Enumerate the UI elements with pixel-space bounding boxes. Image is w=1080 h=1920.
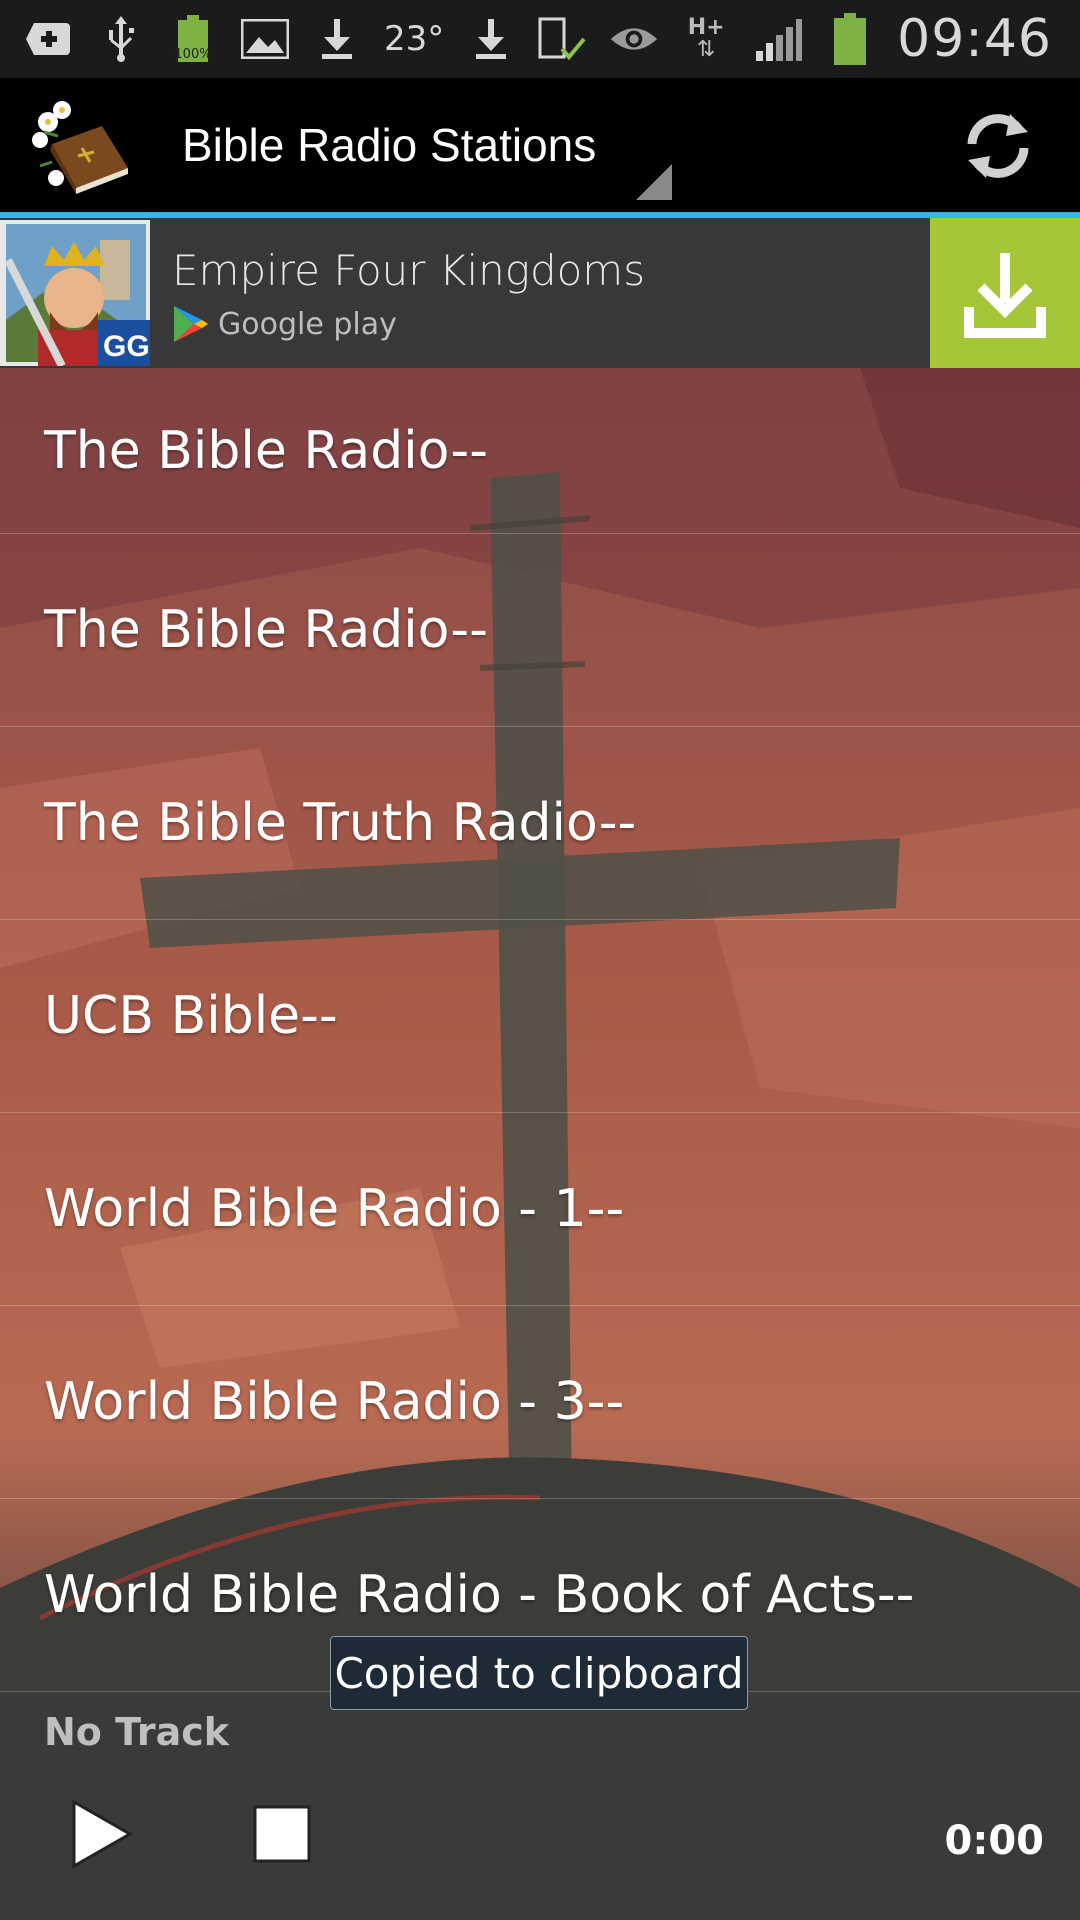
- station-name[interactable]: The Bible Radio--: [44, 600, 488, 660]
- stop-icon: [253, 1805, 311, 1863]
- station-name[interactable]: The Bible Radio--: [44, 421, 488, 481]
- signal-icon: [753, 14, 803, 64]
- ad-banner[interactable]: GG Empire Four Kingdoms Google play: [0, 218, 1080, 368]
- status-bar: 100% 23° H+ ⇅ 09:46: [0, 0, 1080, 78]
- station-name[interactable]: UCB Bible--: [44, 986, 338, 1046]
- list-item[interactable]: World Bible Radio - 3--: [0, 1306, 1080, 1499]
- list-item[interactable]: The Bible Truth Radio--: [0, 727, 1080, 920]
- toast-message: Copied to clipboard: [330, 1636, 748, 1710]
- add-icon: [24, 14, 74, 64]
- list-item[interactable]: The Bible Radio--: [0, 534, 1080, 727]
- toast-text: Copied to clipboard: [334, 1648, 744, 1698]
- battery-icon: [825, 13, 875, 65]
- list-item[interactable]: The Bible Radio--: [0, 368, 1080, 534]
- dropdown-indicator-icon[interactable]: [636, 164, 672, 205]
- ad-title[interactable]: Empire Four Kingdoms: [172, 246, 645, 295]
- elapsed-time: 0:00: [944, 1818, 1045, 1864]
- svg-text:GG: GG: [103, 330, 150, 363]
- player-bar: No Track 0:00: [0, 1698, 1080, 1920]
- play-icon: [72, 1799, 134, 1869]
- temperature-label: 23°: [384, 19, 445, 59]
- usb-icon: [96, 14, 146, 64]
- current-track-label: No Track: [44, 1710, 230, 1754]
- station-list: The Bible Radio-- The Bible Radio-- The …: [0, 368, 1080, 1692]
- download-icon: [312, 14, 362, 64]
- clock: 09:46: [897, 9, 1052, 69]
- page-title[interactable]: Bible Radio Stations: [182, 118, 596, 172]
- ad-store-badge: Google play: [172, 304, 397, 344]
- eye-icon: [609, 14, 659, 64]
- battery-icon: 100%: [168, 14, 218, 64]
- list-item[interactable]: UCB Bible--: [0, 920, 1080, 1113]
- game-thumbnail-icon[interactable]: GG: [0, 220, 150, 368]
- battery-percent-label: 100%: [174, 47, 212, 62]
- refresh-button[interactable]: [956, 104, 1040, 188]
- list-item[interactable]: World Bible Radio - 1--: [0, 1113, 1080, 1306]
- google-play-icon: [174, 306, 208, 342]
- station-name[interactable]: World Bible Radio - 3--: [44, 1372, 624, 1432]
- gallery-icon: [240, 14, 290, 64]
- bible-app-icon[interactable]: [32, 96, 136, 196]
- station-name[interactable]: World Bible Radio - 1--: [44, 1179, 624, 1239]
- play-button[interactable]: [70, 1798, 134, 1870]
- download-icon: [964, 253, 1046, 338]
- action-bar: Bible Radio Stations: [0, 78, 1080, 218]
- refresh-icon: [967, 114, 1029, 178]
- download-icon: [466, 14, 516, 64]
- network-arrows-icon: H+ ⇅: [687, 15, 725, 62]
- stop-button[interactable]: [252, 1804, 312, 1864]
- station-name[interactable]: The Bible Truth Radio--: [44, 793, 636, 853]
- ad-store-label: Google play: [218, 306, 397, 342]
- device-check-icon: [538, 14, 588, 64]
- network-type-label: H+: [687, 15, 725, 40]
- station-list-area[interactable]: The Bible Radio-- The Bible Radio-- The …: [0, 368, 1080, 1698]
- station-name[interactable]: World Bible Radio - Book of Acts--: [44, 1565, 914, 1625]
- ad-download-button[interactable]: [930, 218, 1080, 368]
